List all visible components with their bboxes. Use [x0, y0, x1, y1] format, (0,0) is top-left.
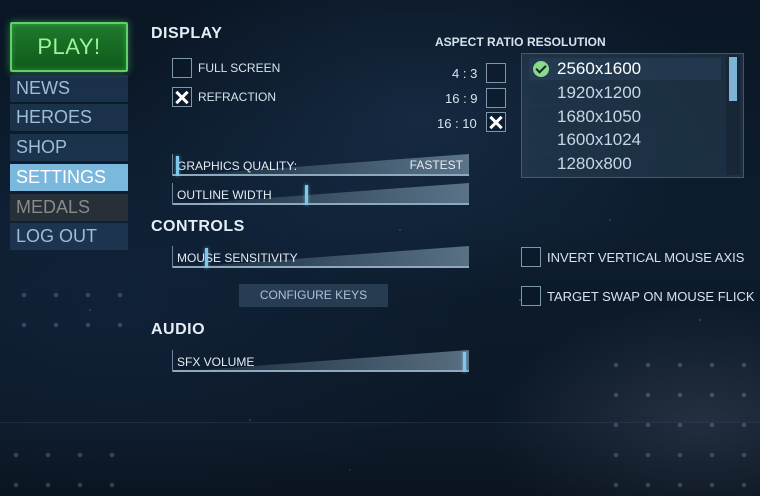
sfx-volume-label: SFX VOLUME — [177, 355, 255, 369]
resolution-option-label: 1280x800 — [557, 154, 632, 173]
mouse-sensitivity-thumb[interactable] — [205, 248, 208, 268]
menu-item-shop[interactable]: SHOP — [10, 134, 128, 161]
graphics-quality-slider[interactable]: GRAPHICS QUALITY: FASTEST — [172, 154, 469, 176]
slider-base — [173, 370, 469, 372]
resolution-option-1280x800[interactable]: 1280x800 — [529, 153, 721, 175]
outline-width-label: OUTLINE WIDTH — [177, 188, 272, 202]
resolution-scroll-thumb[interactable] — [729, 57, 737, 101]
resolution-option-2560x1600[interactable]: 2560x1600 — [529, 58, 721, 80]
sfx-volume-thumb[interactable] — [463, 352, 466, 372]
mouse-sensitivity-label: MOUSE SENSITIVITY — [177, 251, 298, 265]
graphics-quality-value: FASTEST — [409, 158, 463, 172]
outline-width-thumb[interactable] — [305, 185, 308, 205]
controls-section-title: CONTROLS — [151, 218, 245, 235]
aspect-16-10-label: 16 : 10 — [437, 116, 477, 131]
resolution-option-label: 1680x1050 — [557, 107, 642, 126]
resolution-option-label: 2560x1600 — [557, 59, 642, 78]
resolution-scrollbar[interactable] — [726, 55, 740, 175]
slider-base — [173, 203, 469, 205]
slider-base — [173, 174, 469, 176]
menu-item-log-out[interactable]: LOG OUT — [10, 223, 128, 250]
resolution-option-1600x1024[interactable]: 1600x1024 — [529, 129, 721, 151]
refraction-label: REFRACTION — [198, 90, 276, 104]
resolution-option-1680x1050[interactable]: 1680x1050 — [529, 106, 721, 128]
mouse-sensitivity-slider[interactable]: MOUSE SENSITIVITY — [172, 246, 469, 268]
aspect-ratio-title: ASPECT RATIO — [435, 35, 524, 49]
slider-base — [173, 266, 469, 268]
menu-item-settings[interactable]: SETTINGS — [10, 164, 128, 191]
invert-mouse-checkbox[interactable] — [521, 247, 541, 267]
resolution-title: RESOLUTION — [527, 35, 606, 49]
resolution-option-label: 1600x1024 — [557, 130, 642, 149]
graphics-quality-label: GRAPHICS QUALITY: — [177, 159, 298, 173]
play-button[interactable]: PLAY! — [10, 22, 128, 72]
hud-panel-bottom — [0, 422, 760, 496]
configure-keys-button[interactable]: CONFIGURE KEYS — [239, 284, 388, 307]
refraction-checkbox[interactable] — [172, 87, 192, 107]
aspect-16-10-checkbox[interactable] — [486, 112, 506, 132]
full-screen-label: FULL SCREEN — [198, 61, 281, 75]
resolution-option-1920x1200[interactable]: 1920x1200 — [529, 82, 721, 104]
invert-mouse-label: INVERT VERTICAL MOUSE AXIS — [547, 250, 745, 265]
menu-item-news[interactable]: NEWS — [10, 75, 128, 102]
check-icon — [533, 61, 549, 77]
sfx-volume-slider[interactable]: SFX VOLUME — [172, 350, 469, 372]
hud-dots-left — [8, 280, 148, 340]
graphics-quality-thumb[interactable] — [176, 156, 179, 176]
aspect-4-3-checkbox[interactable] — [486, 63, 506, 83]
full-screen-checkbox[interactable] — [172, 58, 192, 78]
resolution-option-label: 1920x1200 — [557, 83, 642, 102]
menu-item-medals[interactable]: MEDALS — [10, 194, 128, 221]
target-swap-label: TARGET SWAP ON MOUSE FLICK — [547, 289, 755, 304]
menu-item-heroes[interactable]: HEROES — [10, 104, 128, 131]
target-swap-checkbox[interactable] — [521, 286, 541, 306]
audio-section-title: AUDIO — [151, 321, 206, 338]
aspect-4-3-label: 4 : 3 — [452, 66, 478, 81]
display-section-title: DISPLAY — [151, 25, 223, 42]
outline-width-slider[interactable]: OUTLINE WIDTH — [172, 183, 469, 205]
aspect-16-9-checkbox[interactable] — [486, 88, 506, 108]
aspect-16-9-label: 16 : 9 — [445, 91, 478, 106]
